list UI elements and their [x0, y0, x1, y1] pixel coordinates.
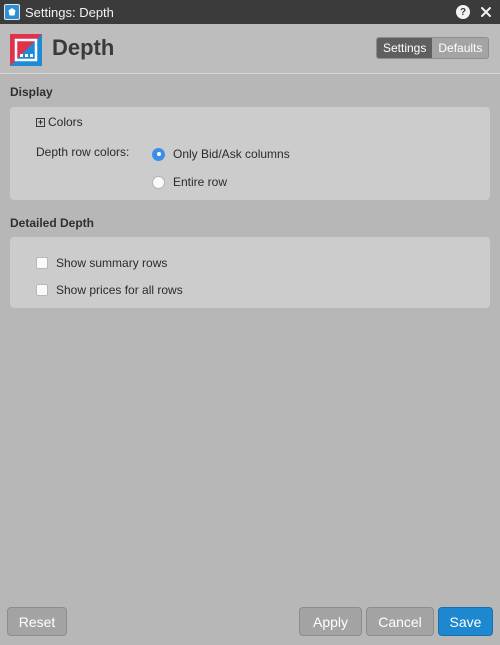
- cancel-button[interactable]: Cancel: [366, 607, 434, 636]
- help-icon[interactable]: ?: [456, 5, 470, 19]
- colors-label: Colors: [48, 115, 83, 129]
- depth-logo-icon: [10, 34, 42, 66]
- radio-label: Entire row: [173, 175, 228, 189]
- checkbox-box[interactable]: [36, 257, 48, 269]
- radio-label: Only Bid/Ask columns: [173, 147, 290, 161]
- close-icon[interactable]: [480, 6, 492, 18]
- tab-defaults[interactable]: Defaults: [432, 38, 489, 58]
- checkbox-label: Show prices for all rows: [56, 283, 183, 297]
- depth-row-colors-label: Depth row colors:: [36, 145, 130, 159]
- display-panel: + Colors Depth row colors: Only Bid/Ask …: [10, 107, 490, 200]
- app-icon: [4, 4, 20, 20]
- checkbox-box[interactable]: [36, 284, 48, 296]
- radio-selected-icon[interactable]: [152, 147, 165, 161]
- section-title-detailed-depth: Detailed Depth: [10, 216, 95, 230]
- checkbox-show-summary-rows[interactable]: Show summary rows: [36, 256, 167, 270]
- window-title: Settings: Depth: [25, 4, 114, 20]
- radio-entire-row[interactable]: Entire row: [152, 175, 227, 189]
- save-button[interactable]: Save: [438, 607, 493, 636]
- settings-header: Depth Settings Defaults: [0, 24, 500, 74]
- radio-unselected-icon[interactable]: [152, 175, 165, 189]
- reset-button[interactable]: Reset: [7, 607, 67, 636]
- colors-toggle[interactable]: + Colors: [36, 115, 83, 129]
- tab-settings[interactable]: Settings: [377, 38, 433, 58]
- apply-button[interactable]: Apply: [299, 607, 362, 636]
- page-title: Depth: [52, 35, 115, 60]
- section-title-display: Display: [10, 85, 53, 99]
- checkbox-label: Show summary rows: [56, 256, 168, 270]
- title-bar: Settings: Depth ?: [0, 0, 500, 24]
- settings-defaults-toggle: Settings Defaults: [376, 37, 490, 59]
- checkbox-show-prices-all-rows[interactable]: Show prices for all rows: [36, 283, 183, 297]
- detailed-depth-panel: Show summary rows Show prices for all ro…: [10, 237, 490, 308]
- plus-icon: +: [36, 116, 45, 127]
- radio-only-bid-ask[interactable]: Only Bid/Ask columns: [152, 147, 290, 161]
